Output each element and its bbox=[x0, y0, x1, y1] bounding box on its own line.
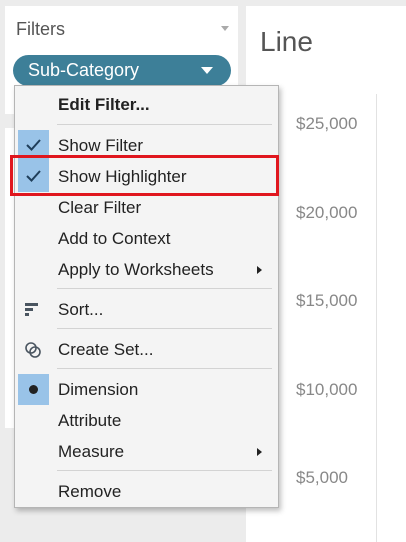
sort-bars-icon bbox=[25, 302, 39, 321]
y-tick-label: $20,000 bbox=[296, 203, 358, 222]
menu-item-apply-to-worksheets[interactable]: Apply to Worksheets bbox=[15, 254, 278, 285]
menu-item-label: Create Set... bbox=[58, 340, 154, 359]
menu-item-label: Apply to Worksheets bbox=[58, 260, 214, 279]
filters-menu-caret-icon[interactable] bbox=[221, 26, 229, 31]
menu-item-dimension[interactable]: Dimension bbox=[15, 374, 278, 405]
menu-separator bbox=[57, 288, 272, 289]
axis-gridline bbox=[376, 94, 377, 542]
menu-item-create-set[interactable]: Create Set... bbox=[15, 334, 278, 365]
menu-item-attribute[interactable]: Attribute bbox=[15, 405, 278, 436]
filter-context-menu: Edit Filter... Show Filter Show Highligh… bbox=[14, 85, 279, 508]
menu-item-add-to-context[interactable]: Add to Context bbox=[15, 223, 278, 254]
chevron-right-icon bbox=[257, 266, 262, 274]
menu-item-clear-filter[interactable]: Clear Filter bbox=[15, 192, 278, 223]
pill-dropdown-caret-icon[interactable] bbox=[201, 67, 213, 74]
menu-item-label: Attribute bbox=[58, 411, 122, 430]
menu-item-label: Clear Filter bbox=[58, 198, 142, 217]
create-set-icon bbox=[25, 342, 41, 363]
menu-item-edit-filter[interactable]: Edit Filter... bbox=[15, 89, 278, 120]
y-tick-label: $5,000 bbox=[296, 468, 348, 487]
menu-item-label: Add to Context bbox=[58, 229, 171, 248]
menu-separator bbox=[57, 124, 272, 125]
menu-item-label: Sort... bbox=[58, 300, 104, 319]
menu-separator bbox=[57, 328, 272, 329]
menu-separator bbox=[57, 470, 272, 471]
y-tick-label: $10,000 bbox=[296, 380, 358, 399]
menu-item-label: Measure bbox=[58, 442, 125, 461]
menu-item-label: Edit Filter... bbox=[58, 95, 150, 114]
y-tick-label: $15,000 bbox=[296, 291, 358, 310]
menu-item-remove[interactable]: Remove bbox=[15, 476, 278, 507]
filters-title: Filters bbox=[16, 19, 65, 39]
menu-item-label: Remove bbox=[58, 482, 122, 501]
chevron-right-icon bbox=[257, 448, 262, 456]
sub-category-filter-pill[interactable]: Sub-Category bbox=[13, 55, 231, 86]
annotation-highlight-box bbox=[10, 155, 279, 196]
menu-item-measure[interactable]: Measure bbox=[15, 436, 278, 467]
sheet-title: Line bbox=[260, 26, 313, 57]
radio-dot-icon bbox=[18, 374, 49, 405]
menu-separator bbox=[57, 368, 272, 369]
menu-item-label: Show Filter bbox=[58, 136, 144, 155]
y-tick-label: $25,000 bbox=[296, 114, 358, 133]
menu-item-sort[interactable]: Sort... bbox=[15, 294, 278, 325]
filter-pill-label: Sub-Category bbox=[28, 60, 140, 80]
menu-item-label: Dimension bbox=[58, 380, 139, 399]
